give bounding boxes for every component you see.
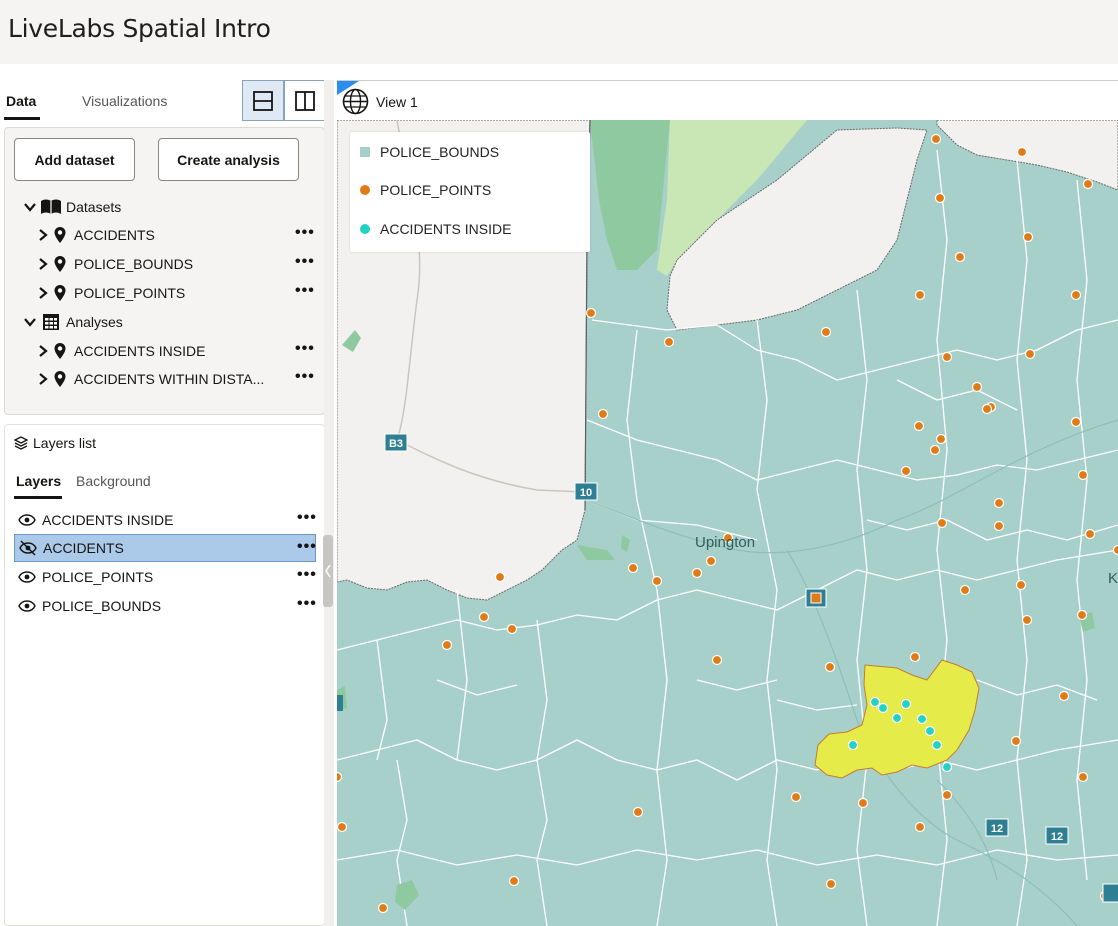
legend-item-police-points: POLICE_POINTS (360, 180, 491, 200)
map-pin-icon (54, 343, 66, 359)
eye-icon[interactable] (18, 570, 36, 584)
chevron-right-icon (39, 229, 48, 241)
map-pin-icon (54, 256, 66, 272)
road-shield-12b: 12 (1045, 826, 1069, 845)
layer-row-police-points[interactable]: POLICE_POINTS (14, 563, 316, 591)
datasets-group[interactable]: Datasets (22, 196, 121, 218)
dataset-label: POLICE_BOUNDS (74, 256, 194, 272)
tab-data-underline (4, 117, 40, 120)
dataset-label: ACCIDENTS (74, 227, 155, 243)
more-options-button[interactable]: ••• (297, 509, 317, 527)
map-legend: POLICE_BOUNDS POLICE_POINTS ACCIDENTS IN… (350, 132, 590, 252)
layers-icon (14, 436, 28, 450)
create-analysis-button[interactable]: Create analysis (158, 138, 299, 181)
road-label: 10 (580, 487, 592, 499)
dataset-label: POLICE_POINTS (74, 285, 186, 301)
road-label: 12 (991, 823, 1003, 835)
more-options-button[interactable]: ••• (295, 224, 315, 242)
panel-splitter[interactable] (324, 80, 334, 926)
road-label: 12 (1051, 831, 1063, 843)
legend-square-swatch (360, 147, 370, 157)
more-options-button[interactable]: ••• (295, 253, 315, 271)
tab-visualizations[interactable]: Visualizations (82, 93, 167, 109)
analysis-label: ACCIDENTS INSIDE (74, 343, 206, 359)
layer-row-police-bounds[interactable]: POLICE_BOUNDS (14, 592, 316, 620)
dataset-item-police-points[interactable]: POLICE_POINTS (36, 282, 185, 304)
road-shield-12a: 12 (985, 818, 1009, 837)
layer-label: ACCIDENTS INSIDE (42, 512, 174, 528)
analyses-group[interactable]: Analyses (22, 311, 123, 333)
legend-label: POLICE_POINTS (380, 182, 492, 198)
map-pin-icon (54, 371, 66, 387)
columns-layout-icon (295, 90, 315, 111)
place-label-k: K (1108, 570, 1118, 587)
road-label: B3 (389, 438, 403, 450)
eye-icon[interactable] (18, 599, 36, 613)
analyses-label: Analyses (66, 314, 123, 330)
layer-row-accidents[interactable]: ACCIDENTS (14, 534, 316, 562)
chevron-right-icon (39, 287, 48, 299)
more-options-button[interactable]: ••• (297, 566, 317, 584)
layers-list-title: Layers list (33, 435, 97, 451)
layers-panel (4, 424, 325, 926)
stacked-layout-icon (253, 90, 273, 111)
table-icon (43, 314, 59, 330)
dataset-item-accidents[interactable]: ACCIDENTS (36, 224, 155, 246)
eye-icon[interactable] (18, 513, 36, 527)
layer-row-accidents-inside[interactable]: ACCIDENTS INSIDE (14, 506, 316, 534)
layer-label: POLICE_POINTS (42, 569, 154, 585)
chevron-down-icon (24, 318, 36, 327)
tab-background[interactable]: Background (76, 473, 151, 489)
road-shield-10: 10 (574, 482, 598, 501)
layer-label: ACCIDENTS (43, 540, 124, 556)
analysis-label: ACCIDENTS WITHIN DISTA... (74, 371, 265, 387)
more-options-button[interactable]: ••• (295, 368, 315, 386)
eye-off-icon[interactable] (19, 540, 37, 556)
map-pin-icon (54, 227, 66, 243)
more-options-button[interactable]: ••• (295, 340, 315, 358)
layer-label: POLICE_BOUNDS (42, 598, 162, 614)
chevron-down-icon (24, 203, 36, 212)
app-title: LiveLabs Spatial Intro (8, 14, 271, 43)
legend-item-accidents-inside: ACCIDENTS INSIDE (360, 219, 511, 239)
view-title[interactable]: View 1 (376, 94, 418, 110)
globe-icon (342, 88, 369, 115)
add-dataset-button[interactable]: Add dataset (14, 138, 135, 181)
stacked-layout-button[interactable] (242, 80, 284, 121)
chevron-right-icon (39, 258, 48, 270)
legend-label: POLICE_BOUNDS (380, 144, 500, 160)
layers-list-header: Layers list (14, 432, 96, 454)
road-shield-inner (810, 592, 822, 604)
chevron-right-icon (39, 345, 48, 357)
chevron-right-icon (39, 373, 48, 385)
datasets-label: Datasets (66, 199, 122, 215)
legend-item-police-bounds: POLICE_BOUNDS (360, 142, 499, 162)
view-header: View 1 (337, 80, 1118, 120)
more-options-button[interactable]: ••• (295, 282, 315, 300)
side-by-side-layout-button[interactable] (284, 80, 326, 121)
tab-layers-underline (14, 496, 62, 499)
tab-layers[interactable]: Layers (16, 473, 61, 489)
map-pin-icon (54, 285, 66, 301)
legend-circle-swatch (360, 224, 370, 234)
place-label-upington: Upington (695, 534, 755, 551)
dataset-item-police-bounds[interactable]: POLICE_BOUNDS (36, 253, 193, 275)
more-options-button[interactable]: ••• (297, 538, 317, 556)
road-shield-b3: B3 (384, 433, 408, 452)
analysis-item-accidents-inside[interactable]: ACCIDENTS INSIDE (36, 340, 205, 362)
more-options-button[interactable]: ••• (297, 595, 317, 613)
collapse-left-icon (325, 564, 331, 578)
book-icon (41, 199, 61, 214)
app-header: LiveLabs Spatial Intro (0, 0, 1118, 64)
splitter-handle[interactable] (323, 535, 333, 607)
analysis-item-accidents-within-distance[interactable]: ACCIDENTS WITHIN DISTA... (36, 368, 264, 390)
tab-data[interactable]: Data (6, 93, 36, 109)
road-shield-edge (337, 695, 343, 711)
legend-circle-swatch (360, 185, 370, 195)
legend-label: ACCIDENTS INSIDE (380, 221, 512, 237)
road-shield-edge (1102, 883, 1118, 903)
